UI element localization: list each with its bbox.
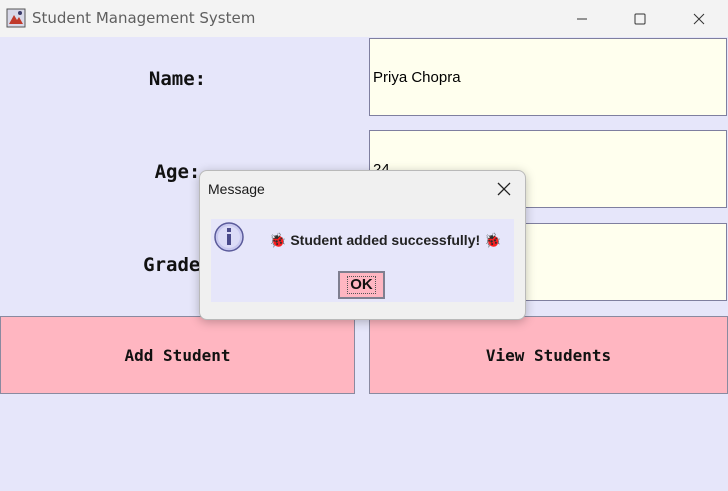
window-title: Student Management System: [32, 9, 256, 27]
dialog-close-button[interactable]: [490, 177, 518, 201]
minimize-icon: [577, 18, 587, 19]
close-icon: [693, 13, 705, 24]
info-icon: [214, 222, 244, 252]
view-students-button[interactable]: View Students: [369, 316, 728, 394]
java-app-icon: [6, 8, 26, 28]
add-student-button[interactable]: Add Student: [0, 316, 355, 394]
dialog-body: 🐞 Student added successfully! 🐞 OK: [211, 219, 514, 302]
close-icon: [497, 182, 511, 196]
title-bar: Student Management System: [0, 0, 728, 37]
maximize-button[interactable]: [617, 0, 663, 37]
name-field[interactable]: Priya Chopra: [369, 38, 727, 116]
minimize-button[interactable]: [559, 0, 605, 37]
maximize-icon: [634, 13, 646, 24]
ok-button-label: OK: [347, 276, 376, 294]
message-dialog: Message 🐞 Student added successfully! 🐞 …: [199, 170, 526, 320]
dialog-title: Message: [208, 181, 265, 197]
dialog-message: 🐞 Student added successfully! 🐞: [269, 232, 502, 248]
ok-button[interactable]: OK: [338, 271, 385, 299]
close-window-button[interactable]: [676, 0, 722, 37]
name-label: Name:: [148, 68, 207, 90]
